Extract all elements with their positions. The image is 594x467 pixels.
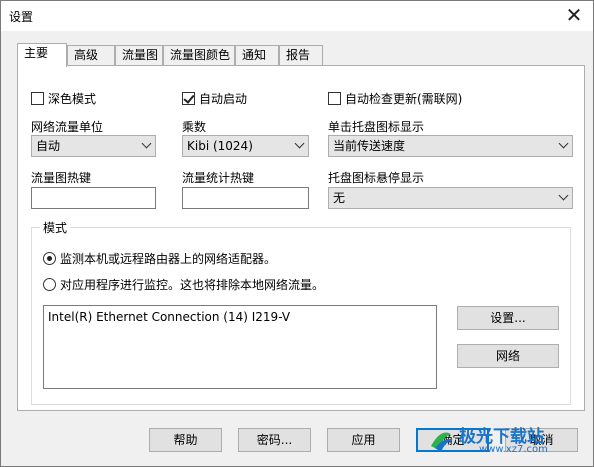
network-button[interactable]: 网络: [457, 344, 559, 368]
watermark: 极光下载站 www.xz7.com: [427, 420, 587, 460]
checkbox-box: [328, 92, 341, 105]
mode-adapter-radio[interactable]: 监测本机或远程路由器上的网络适配器。: [43, 250, 276, 267]
graph-hotkey-input[interactable]: [31, 187, 156, 209]
unit-label: 网络流量单位: [31, 120, 104, 134]
dark-mode-checkbox[interactable]: 深色模式: [31, 90, 96, 107]
mode-group-title: 模式: [40, 219, 71, 236]
tab-reports[interactable]: 报告: [279, 45, 323, 66]
watermark-url: www.xz7.com: [479, 444, 548, 455]
tab-main[interactable]: 主要: [17, 43, 67, 67]
auto-update-checkbox[interactable]: 自动检查更新(需联网): [328, 90, 462, 107]
adapter-list[interactable]: Intel(R) Ethernet Connection (14) I219-V: [43, 305, 437, 389]
checkmark-icon: [182, 92, 195, 105]
chevron-down-icon: [558, 138, 569, 149]
tab-graph-colors[interactable]: 流量图颜色: [163, 45, 235, 66]
help-button[interactable]: 帮助: [149, 428, 222, 452]
autostart-label: 自动启动: [199, 92, 248, 106]
radio-selected-icon: [43, 252, 56, 265]
apply-button[interactable]: 应用: [327, 428, 400, 452]
mode-adapter-label: 监测本机或远程路由器上的网络适配器。: [60, 252, 277, 266]
chevron-down-icon: [558, 190, 569, 201]
unit-value: 自动: [36, 139, 61, 153]
list-item[interactable]: Intel(R) Ethernet Connection (14) I219-V: [48, 310, 290, 324]
radio-unselected-icon: [43, 278, 56, 291]
settings-dialog: 设置 ✕ 主要 高级 流量图 流量图颜色 通知 报告 深色模式 自动启动 自动检…: [0, 0, 594, 467]
multiplier-value: Kibi (1024): [187, 139, 253, 153]
mode-apps-label: 对应用程序进行监控。这也将排除本地网络流量。: [60, 278, 325, 292]
title-bar: 设置 ✕: [1, 1, 593, 31]
mode-apps-radio[interactable]: 对应用程序进行监控。这也将排除本地网络流量。: [43, 276, 324, 293]
auto-update-label: 自动检查更新(需联网): [345, 92, 463, 106]
tab-advanced[interactable]: 高级: [67, 45, 115, 66]
tray-click-select[interactable]: 当前传送速度: [328, 135, 573, 157]
adapter-settings-button[interactable]: 设置...: [457, 306, 559, 330]
tray-click-label: 单击托盘图标显示: [328, 120, 425, 134]
autostart-checkbox[interactable]: 自动启动: [182, 90, 247, 107]
tray-hover-value: 无: [333, 191, 346, 205]
checkbox-box: [31, 92, 44, 105]
dark-mode-label: 深色模式: [48, 92, 97, 106]
tab-notifications[interactable]: 通知: [235, 45, 279, 66]
watermark-logo-icon: [431, 432, 453, 452]
chevron-down-icon: [294, 138, 305, 149]
tray-click-value: 当前传送速度: [333, 139, 406, 153]
tray-hover-label: 托盘图标悬停显示: [328, 171, 425, 185]
multiplier-label: 乘数: [182, 120, 207, 134]
graph-hotkey-label: 流量图热键: [31, 171, 92, 185]
window-title: 设置: [9, 10, 34, 24]
close-icon[interactable]: ✕: [563, 4, 585, 26]
stats-hotkey-label: 流量统计热键: [182, 171, 255, 185]
tray-hover-select[interactable]: 无: [328, 187, 573, 209]
multiplier-select[interactable]: Kibi (1024): [182, 135, 309, 157]
stats-hotkey-input[interactable]: [182, 187, 309, 209]
tab-traffic-graph[interactable]: 流量图: [115, 45, 163, 66]
unit-select[interactable]: 自动: [31, 135, 156, 157]
password-button[interactable]: 密码...: [238, 428, 311, 452]
chevron-down-icon: [141, 138, 152, 149]
